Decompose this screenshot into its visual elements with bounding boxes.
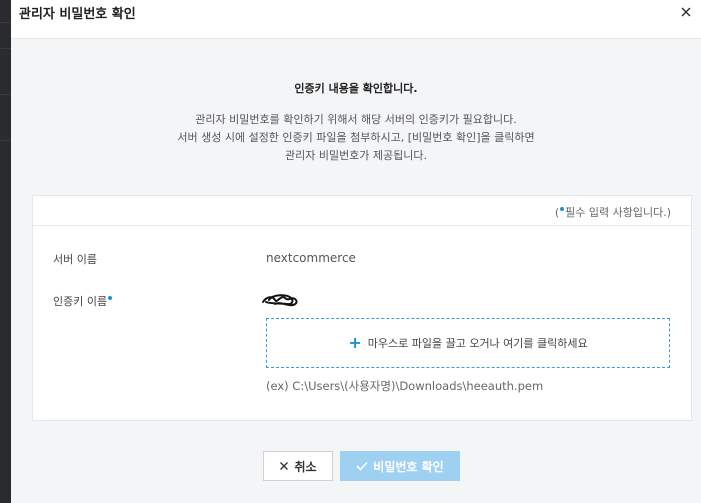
dialog-title: 관리자 비밀번호 확인: [19, 7, 136, 22]
dialog-header: 관리자 비밀번호 확인: [11, 0, 701, 39]
admin-password-dialog: 관리자 비밀번호 확인 인증키 내용을 확인합니다. 관리자 비밀번호를 확인하…: [11, 0, 701, 503]
key-name-label-text: 인증키 이름: [53, 295, 108, 308]
redacted-key-name: [261, 290, 301, 314]
intro-description: 관리자 비밀번호를 확인하기 위해서 해당 서버의 인증키가 필요합니다. 서버…: [11, 111, 701, 165]
background-window-edge: [0, 0, 11, 503]
intro-line: 관리자 비밀번호가 제공됩니다.: [284, 149, 428, 162]
confirm-label: 비밀번호 확인: [373, 459, 444, 474]
required-dot-icon: [560, 207, 565, 211]
auth-key-form: ( 필수 입력 사항입니다.) 서버 이름 nextcommerce 인증키 이름…: [32, 195, 692, 421]
cancel-button[interactable]: 취소: [263, 451, 333, 481]
cancel-label: 취소: [294, 459, 317, 474]
intro-title: 인증키 내용을 확인합니다.: [294, 82, 418, 95]
dropzone-text: 마우스로 파일을 끌고 오거나 여기를 클릭하세요: [367, 337, 588, 350]
server-name-value: nextcommerce: [266, 251, 356, 265]
check-icon: [356, 461, 368, 471]
file-dropzone[interactable]: + 마우스로 파일을 끌고 오거나 여기를 클릭하세요: [266, 318, 670, 368]
example-path: (ex) C:\Users\(사용자명)\Downloads\heeauth.p…: [266, 379, 544, 393]
close-icon: [280, 462, 289, 470]
close-icon[interactable]: [679, 5, 693, 19]
required-note-text: 필수 입력 사항입니다.): [565, 206, 671, 219]
confirm-password-button[interactable]: 비밀번호 확인: [340, 451, 460, 481]
intro-line: 관리자 비밀번호를 확인하기 위해서 해당 서버의 인증키가 필요합니다.: [195, 113, 517, 126]
server-name-label: 서버 이름: [53, 253, 97, 266]
intro-line: 서버 생성 시에 설정한 인증키 파일을 첨부하시고, [비밀번호 확인]을 클…: [177, 131, 535, 144]
required-note-open: (: [554, 206, 560, 219]
required-dot-icon: [108, 296, 113, 300]
key-name-label: 인증키 이름: [53, 293, 113, 309]
plus-icon: +: [348, 333, 362, 352]
required-note: ( 필수 입력 사항입니다.): [33, 196, 691, 226]
